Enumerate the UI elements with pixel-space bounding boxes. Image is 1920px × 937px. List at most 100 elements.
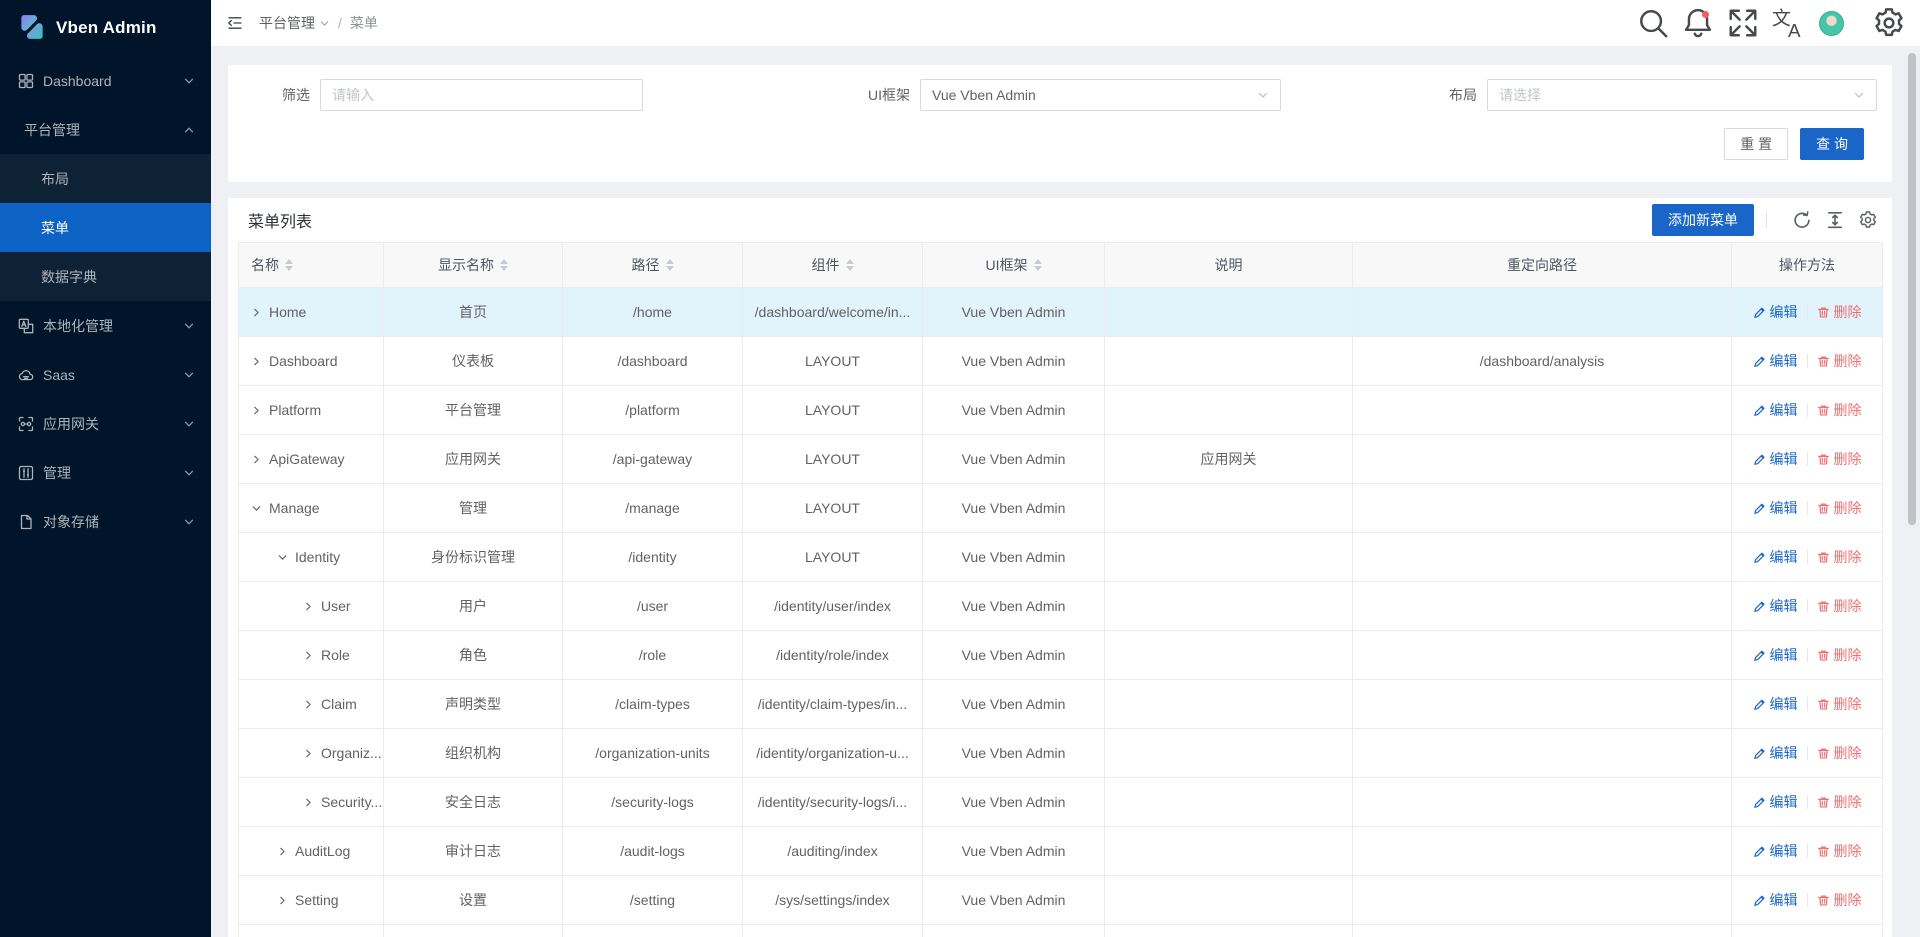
avatar[interactable]: [1819, 11, 1844, 36]
column-header[interactable]: UI框架: [923, 243, 1105, 288]
search-icon[interactable]: [1636, 6, 1670, 40]
column-header[interactable]: 显示名称: [384, 243, 563, 288]
table-row[interactable]: Home首页/home/dashboard/welcome/in...Vue V…: [239, 288, 1883, 337]
table-row[interactable]: Claim声明类型/claim-types/identity/claim-typ…: [239, 680, 1883, 729]
chevron-right-icon[interactable]: [303, 601, 314, 612]
chevron-right-icon[interactable]: [251, 405, 262, 416]
sidebar-item-dashboard[interactable]: Dashboard: [0, 56, 211, 105]
sidebar-collapse-icon[interactable]: [226, 14, 244, 32]
scrollbar-thumb[interactable]: [1908, 53, 1916, 525]
query-button[interactable]: 查 询: [1800, 128, 1864, 160]
settings-icon[interactable]: [1858, 210, 1878, 230]
breadcrumb-item[interactable]: 菜单: [350, 13, 378, 33]
sidebar-subitem-layout[interactable]: 布局: [0, 154, 211, 203]
edit-link[interactable]: 编辑: [1753, 400, 1798, 420]
sidebar-item-saas[interactable]: Saas: [0, 350, 211, 399]
ui-framework-select[interactable]: Vue Vben Admin: [920, 79, 1281, 111]
edit-link[interactable]: 编辑: [1753, 792, 1798, 812]
table-row[interactable]: Security...安全日志/security-logs/identity/s…: [239, 778, 1883, 827]
edit-link[interactable]: 编辑: [1753, 645, 1798, 665]
edit-link[interactable]: 编辑: [1753, 841, 1798, 861]
name-cell: Organiz...: [239, 729, 384, 778]
breadcrumb-item[interactable]: 平台管理: [259, 13, 330, 33]
sidebar-item-gateway[interactable]: 应用网关: [0, 399, 211, 448]
ui-framework-cell: Vue Vben Admin: [923, 435, 1105, 484]
sidebar-item-storage[interactable]: 对象存储: [0, 497, 211, 546]
page-scrollbar[interactable]: [1907, 47, 1917, 937]
translate-icon[interactable]: 文A: [1771, 6, 1805, 40]
edit-link[interactable]: 编辑: [1753, 547, 1798, 567]
table-row[interactable]: Role角色/role/identity/role/indexVue Vben …: [239, 631, 1883, 680]
chevron-down-icon[interactable]: [251, 503, 262, 514]
delete-link[interactable]: 删除: [1817, 596, 1862, 616]
edit-link[interactable]: 编辑: [1753, 694, 1798, 714]
edit-link[interactable]: 编辑: [1753, 890, 1798, 910]
sort-icon[interactable]: [285, 259, 293, 271]
edit-link[interactable]: 编辑: [1753, 498, 1798, 518]
logo[interactable]: Vben Admin: [0, 0, 211, 56]
sort-icon[interactable]: [666, 259, 674, 271]
filter-input[interactable]: [320, 79, 643, 111]
delete-link[interactable]: 删除: [1817, 645, 1862, 665]
refresh-icon[interactable]: [1792, 210, 1812, 230]
edit-link[interactable]: 编辑: [1753, 743, 1798, 763]
table-row[interactable]: Dashboard仪表板/dashboardLAYOUTVue Vben Adm…: [239, 337, 1883, 386]
delete-link[interactable]: 删除: [1817, 547, 1862, 567]
column-header[interactable]: 名称: [239, 243, 384, 288]
delete-link[interactable]: 删除: [1817, 302, 1862, 322]
delete-link[interactable]: 删除: [1817, 400, 1862, 420]
header-actions: 文A: [1636, 6, 1920, 40]
delete-link[interactable]: 删除: [1817, 449, 1862, 469]
add-menu-button[interactable]: 添加新菜单: [1652, 204, 1754, 236]
description-cell: [1105, 533, 1353, 582]
delete-link[interactable]: 删除: [1817, 890, 1862, 910]
table-row[interactable]: ApiGateway应用网关/api-gatewayLAYOUTVue Vben…: [239, 435, 1883, 484]
delete-link[interactable]: 删除: [1817, 792, 1862, 812]
notification-icon[interactable]: [1681, 6, 1715, 40]
delete-link[interactable]: 删除: [1817, 743, 1862, 763]
column-header[interactable]: 路径: [563, 243, 743, 288]
chevron-down-icon[interactable]: [277, 552, 288, 563]
table-row[interactable]: AuditLog审计日志/audit-logs/auditing/indexVu…: [239, 827, 1883, 876]
delete-link[interactable]: 删除: [1817, 694, 1862, 714]
edit-link[interactable]: 编辑: [1753, 351, 1798, 371]
sidebar-subitem-menu[interactable]: 菜单: [0, 203, 211, 252]
delete-link[interactable]: 删除: [1817, 351, 1862, 371]
component-cell: /auditing/index: [743, 827, 923, 876]
sidebar-subitem-dict[interactable]: 数据字典: [0, 252, 211, 301]
sort-icon[interactable]: [1034, 259, 1042, 271]
chevron-right-icon[interactable]: [251, 356, 262, 367]
delete-link[interactable]: 删除: [1817, 841, 1862, 861]
table-row[interactable]: Identity身份标识管理/identityLAYOUTVue Vben Ad…: [239, 533, 1883, 582]
sidebar-item-platform[interactable]: 平台管理: [0, 105, 211, 154]
chevron-right-icon[interactable]: [277, 846, 288, 857]
chevron-right-icon[interactable]: [251, 454, 262, 465]
table-row[interactable]: Manage管理/manageLAYOUTVue Vben Admin编辑删除: [239, 484, 1883, 533]
fullscreen-icon[interactable]: [1726, 6, 1760, 40]
chevron-right-icon[interactable]: [303, 797, 314, 808]
sort-icon[interactable]: [500, 259, 508, 271]
row-height-icon[interactable]: [1825, 210, 1845, 230]
edit-link[interactable]: 编辑: [1753, 596, 1798, 616]
chevron-right-icon[interactable]: [303, 748, 314, 759]
chevron-right-icon[interactable]: [303, 650, 314, 661]
name-cell: Role: [239, 631, 384, 680]
reset-button[interactable]: 重 置: [1724, 128, 1788, 160]
edit-link[interactable]: 编辑: [1753, 449, 1798, 469]
table-row[interactable]: Platform平台管理/platformLAYOUTVue Vben Admi…: [239, 386, 1883, 435]
table-row[interactable]: User用户/user/identity/user/indexVue Vben …: [239, 582, 1883, 631]
sidebar-item-manage[interactable]: 管理: [0, 448, 211, 497]
sort-icon[interactable]: [846, 259, 854, 271]
sidebar-item-label: 本地化管理: [43, 316, 183, 336]
chevron-right-icon[interactable]: [303, 699, 314, 710]
delete-link[interactable]: 删除: [1817, 498, 1862, 518]
chevron-right-icon[interactable]: [277, 895, 288, 906]
table-row[interactable]: Setting设置/setting/sys/settings/indexVue …: [239, 876, 1883, 925]
edit-link[interactable]: 编辑: [1753, 302, 1798, 322]
column-header[interactable]: 组件: [743, 243, 923, 288]
table-row[interactable]: Organiz...组织机构/organization-units/identi…: [239, 729, 1883, 778]
layout-select[interactable]: 请选择: [1487, 79, 1877, 111]
chevron-right-icon[interactable]: [251, 307, 262, 318]
settings-icon[interactable]: [1872, 6, 1906, 40]
sidebar-item-localization[interactable]: 本地化管理: [0, 301, 211, 350]
